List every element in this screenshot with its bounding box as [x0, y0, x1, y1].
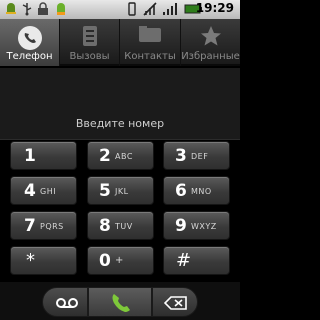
vibrate-icon — [128, 2, 136, 16]
key-digit: 6 — [175, 181, 187, 201]
key-letters: JKL — [115, 187, 129, 196]
number-input-placeholder: Введите номер — [75, 117, 165, 130]
key-digit: 2 — [99, 146, 111, 166]
tab-label: Контакты — [124, 51, 176, 62]
key-digit: 9 — [175, 216, 187, 236]
key-9[interactable]: 9 WXYZ — [163, 211, 230, 240]
key-4[interactable]: 4 GHI — [10, 176, 77, 205]
clock: 19:29 — [195, 1, 234, 15]
key-hash[interactable]: # — [163, 246, 230, 275]
key-digit: # — [175, 250, 192, 271]
star-icon — [200, 26, 221, 46]
bottom-bar — [0, 282, 240, 320]
key-letters: TUV — [115, 222, 133, 231]
backspace-icon — [164, 296, 187, 310]
voicemail-icon — [56, 298, 78, 308]
delete-button[interactable] — [152, 287, 198, 317]
tab-label: Телефон — [6, 51, 53, 62]
key-digit: 8 — [99, 216, 111, 236]
key-8[interactable]: 8 TUV — [87, 211, 154, 240]
key-letters: GHI — [40, 187, 57, 196]
key-digit: 7 — [24, 216, 36, 236]
key-7[interactable]: 7 PQRS — [10, 211, 77, 240]
key-digit: 0 — [99, 251, 111, 271]
key-letters: PQRS — [40, 222, 64, 231]
key-letters: ABC — [115, 152, 133, 161]
tab-contacts[interactable]: Контакты — [120, 19, 180, 66]
tab-label: Вызовы — [69, 51, 110, 62]
key-6[interactable]: 6 MNO — [163, 176, 230, 205]
tab-favorites[interactable]: Избранные — [181, 19, 240, 66]
contacts-icon — [139, 26, 161, 42]
key-letters: + — [115, 255, 124, 266]
status-bar: 19:29 — [0, 0, 240, 19]
phone-icon — [17, 26, 42, 50]
key-digit: 4 — [24, 181, 36, 201]
no-signal-icon — [143, 2, 157, 16]
key-letters: DEF — [191, 152, 209, 161]
key-3[interactable]: 3 DEF — [163, 141, 230, 170]
android-icon — [6, 3, 16, 14]
key-letters: MNO — [191, 187, 212, 196]
call-icon — [112, 294, 130, 312]
call-log-icon — [82, 26, 97, 46]
tab-bar: Телефон Вызовы Контакты Избранные — [0, 19, 240, 66]
tab-call-log[interactable]: Вызовы — [60, 19, 119, 66]
key-letters: WXYZ — [191, 222, 217, 231]
key-5[interactable]: 5 JKL — [87, 176, 154, 205]
usb-icon — [22, 3, 32, 16]
key-digit: 3 — [175, 146, 187, 166]
tab-label: Избранные — [181, 51, 240, 62]
key-star[interactable]: * — [10, 246, 77, 275]
lock-icon — [38, 2, 48, 15]
key-digit: 5 — [99, 181, 111, 201]
android-icon — [57, 3, 65, 15]
call-button[interactable] — [88, 287, 152, 317]
signal-icon — [163, 3, 177, 15]
key-digit: * — [26, 250, 35, 271]
voicemail-button[interactable] — [42, 287, 88, 317]
tab-phone[interactable]: Телефон — [0, 19, 59, 66]
key-1[interactable]: 1 — [10, 141, 77, 170]
key-digit: 1 — [24, 146, 36, 166]
key-2[interactable]: 2 ABC — [87, 141, 154, 170]
